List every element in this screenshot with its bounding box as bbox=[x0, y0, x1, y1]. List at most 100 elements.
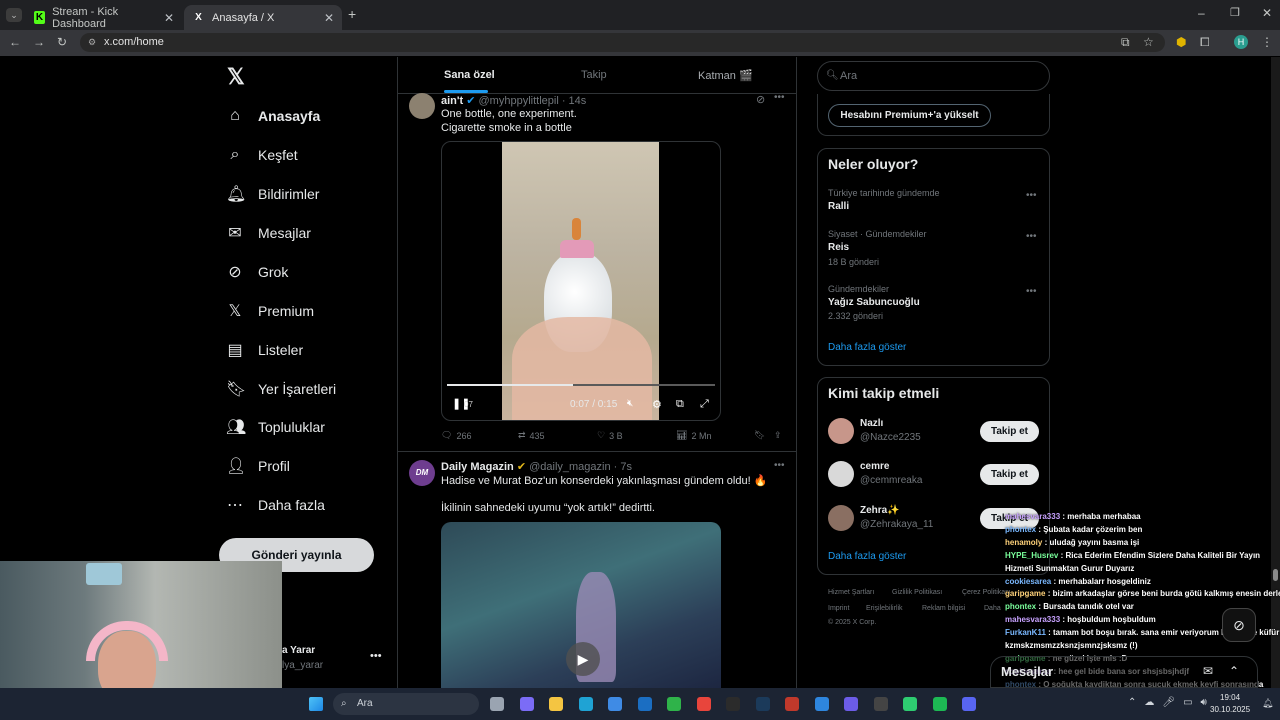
fullscreen-icon[interactable]: ⤢ bbox=[700, 398, 709, 411]
copilot-icon[interactable] bbox=[519, 697, 534, 711]
account-more-icon[interactable]: ••• bbox=[370, 650, 382, 662]
close-tab-icon[interactable]: ✕ bbox=[324, 11, 334, 25]
start-icon[interactable] bbox=[309, 697, 323, 711]
tweet-time[interactable]: · 14s bbox=[562, 95, 586, 107]
chat-username[interactable]: mahesvara333 bbox=[1005, 615, 1060, 624]
forward-icon[interactable]: → bbox=[33, 35, 45, 49]
tab-kick-dashboard[interactable]: K Stream - Kick Dashboard ✕ bbox=[26, 5, 182, 30]
trends-show-more-link[interactable]: Daha fazla göster bbox=[828, 342, 906, 353]
follow-button[interactable]: Takip et bbox=[980, 464, 1039, 485]
expand-icon[interactable]: ⌃ bbox=[1229, 664, 1239, 678]
nav-item-home[interactable]: ⌂ Anasayfa bbox=[226, 103, 320, 129]
clock-time[interactable]: 19:04 bbox=[1220, 693, 1240, 702]
chrome-icon[interactable] bbox=[696, 697, 711, 711]
clock-date[interactable]: 30.10.2025 bbox=[1210, 705, 1250, 714]
app-red-icon[interactable] bbox=[785, 697, 799, 711]
steam-icon[interactable] bbox=[755, 697, 770, 711]
x-logo-icon[interactable]: 𝕏 bbox=[227, 64, 245, 90]
search-input[interactable]: 🔍︎ Ara bbox=[817, 61, 1050, 91]
obs-icon[interactable] bbox=[873, 697, 888, 711]
footer-link[interactable]: Imprint bbox=[828, 605, 849, 612]
messages-drawer[interactable]: Mesajlar ✉ ⌃ bbox=[990, 656, 1258, 688]
tweet-author-handle[interactable]: @daily_magazin bbox=[529, 461, 611, 473]
nav-item-grok[interactable]: ⊘ Grok bbox=[226, 259, 288, 285]
tweet-video[interactable]: ▶ bbox=[441, 522, 721, 688]
chat-username[interactable]: FurkanK11 bbox=[1005, 628, 1046, 637]
play-icon[interactable]: ▶ bbox=[566, 642, 600, 676]
repost-button[interactable]: ⇄ 435 bbox=[518, 430, 545, 441]
reload-icon[interactable]: ↻ bbox=[57, 35, 67, 49]
chat-username[interactable]: henamoly bbox=[1005, 538, 1042, 547]
premium-upgrade-button[interactable]: Hesabını Premium+'a yükselt bbox=[828, 104, 991, 127]
nav-item-profile[interactable]: 👤︎ Profil bbox=[226, 453, 290, 479]
tab-katman[interactable]: Katman 🎬 bbox=[698, 69, 753, 82]
settings-icon[interactable]: ⚙ bbox=[652, 398, 662, 411]
tweet-video[interactable]: ❚❚ 07 0:07 / 0:15 🔇︎ ⚙ ⧉ ⤢ bbox=[441, 141, 721, 421]
close-tab-icon[interactable]: ✕ bbox=[164, 11, 174, 25]
like-button[interactable]: ♡ 3 B bbox=[597, 430, 623, 441]
nav-item-bookmarks[interactable]: 🔖︎ Yer İşaretleri bbox=[226, 376, 336, 402]
avatar[interactable] bbox=[828, 505, 854, 531]
nav-item-notifications[interactable]: 🔔︎ Bildirimler bbox=[226, 181, 319, 207]
address-bar[interactable]: ⚙ x.com/home bbox=[80, 33, 1165, 52]
avatar[interactable] bbox=[409, 93, 435, 119]
trend-name[interactable]: Ralli bbox=[828, 201, 849, 212]
chat-username[interactable]: phontex bbox=[1005, 602, 1036, 611]
notification-icon[interactable]: 🔔︎ bbox=[1262, 698, 1273, 709]
chat-username[interactable]: mahesvara333 bbox=[1005, 512, 1060, 521]
follow-button[interactable]: Takip et bbox=[980, 421, 1039, 442]
new-message-icon[interactable]: ✉ bbox=[1203, 664, 1213, 678]
back-icon[interactable]: ← bbox=[9, 35, 21, 49]
chat-username[interactable]: phontex bbox=[1005, 525, 1036, 534]
new-tab-button[interactable]: + bbox=[348, 6, 356, 22]
menu-icon[interactable]: ⋮ bbox=[1261, 35, 1273, 49]
discord-icon[interactable] bbox=[962, 697, 976, 711]
cast-icon[interactable]: ⧉ bbox=[1121, 35, 1130, 50]
follow-name[interactable]: Zehra✨ bbox=[860, 505, 900, 516]
tab-following[interactable]: Takip bbox=[581, 69, 607, 81]
follow-show-more-link[interactable]: Daha fazla göster bbox=[828, 551, 906, 562]
nav-item-communities[interactable]: 👥︎ Topluluklar bbox=[226, 414, 325, 440]
extensions-icon[interactable]: ⧠ bbox=[1200, 35, 1210, 50]
app-purple-icon[interactable] bbox=[844, 697, 858, 711]
tweet-more-icon[interactable]: ••• bbox=[774, 92, 785, 103]
minimize-button[interactable]: – bbox=[1198, 6, 1205, 20]
store-icon[interactable] bbox=[608, 697, 622, 711]
account-name[interactable]: a Yarar bbox=[282, 645, 315, 656]
tab-search-icon[interactable]: ⌄ bbox=[6, 8, 22, 22]
avatar[interactable] bbox=[828, 418, 854, 444]
outlook-icon[interactable] bbox=[637, 697, 652, 711]
file-explorer-icon[interactable] bbox=[549, 697, 563, 711]
bookmark-star-icon[interactable]: ☆ bbox=[1143, 35, 1154, 49]
tab-for-you[interactable]: Sana özel bbox=[444, 69, 495, 81]
avatar[interactable] bbox=[828, 461, 854, 487]
footer-link[interactable]: Daha bbox=[984, 605, 1001, 612]
extension-shield-icon[interactable]: ⬢ bbox=[1176, 35, 1186, 49]
xbox-icon[interactable] bbox=[667, 697, 681, 711]
nav-item-lists[interactable]: ▤ Listeler bbox=[226, 337, 303, 363]
close-window-button[interactable]: ✕ bbox=[1262, 6, 1272, 20]
site-info-icon[interactable]: ⚙ bbox=[88, 33, 96, 52]
trend-name[interactable]: Reis bbox=[828, 242, 849, 253]
epic-games-icon[interactable] bbox=[726, 697, 740, 711]
tweet-time[interactable]: · 7s bbox=[614, 461, 632, 473]
trend-more-icon[interactable]: ••• bbox=[1026, 190, 1037, 201]
trend-more-icon[interactable]: ••• bbox=[1026, 286, 1037, 297]
edge-icon[interactable] bbox=[578, 697, 593, 711]
footer-link[interactable]: Çerez Politikası bbox=[962, 589, 1011, 596]
task-view-icon[interactable] bbox=[490, 697, 504, 711]
tweet-author-name[interactable]: Daily Magazin bbox=[441, 461, 514, 473]
chat-username[interactable]: cookiesarea bbox=[1005, 577, 1051, 586]
trend-name[interactable]: Yağız Sabuncuoğlu bbox=[828, 297, 920, 308]
app-blue-icon[interactable] bbox=[814, 697, 829, 711]
pip-icon[interactable]: ⧉ bbox=[676, 398, 684, 411]
chat-username[interactable]: garipgame bbox=[1005, 589, 1045, 598]
views-button[interactable]: 📊︎ 2 Mn bbox=[676, 430, 711, 441]
trend-more-icon[interactable]: ••• bbox=[1026, 231, 1037, 242]
tweet-author-name[interactable]: ain't bbox=[441, 95, 463, 107]
footer-link[interactable]: Erişilebilirlik bbox=[866, 605, 903, 612]
follow-name[interactable]: Nazlı bbox=[860, 418, 883, 429]
footer-link[interactable]: Hizmet Şartları bbox=[828, 589, 874, 596]
tweet-more-icon[interactable]: ••• bbox=[774, 460, 785, 471]
reply-button[interactable]: 🗨︎ 266 bbox=[441, 430, 471, 441]
